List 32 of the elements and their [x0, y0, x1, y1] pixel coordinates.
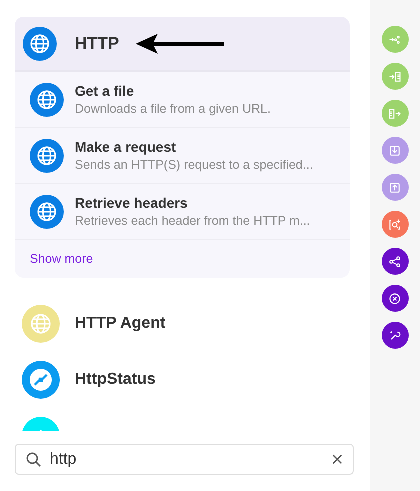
upload-icon [388, 180, 402, 194]
action-item[interactable]: Retrieve headers Retrieves each header from the HTTP m... [15, 184, 350, 240]
globe-icon [30, 82, 64, 116]
action-description: Sends an HTTP(S) request to a specified... [75, 158, 314, 172]
app-name: HttpStatus [75, 371, 156, 389]
share-icon [388, 254, 402, 268]
action-title: Retrieve headers [75, 195, 189, 211]
download-icon [388, 144, 402, 158]
globe-icon [30, 194, 64, 228]
tool-button[interactable] [382, 248, 408, 275]
action-item[interactable]: Get a file Downloads a file from a given URL. [15, 72, 350, 128]
search-field[interactable]: http [15, 444, 354, 475]
action-description: Downloads a file from a given URL. [75, 102, 271, 116]
module-header[interactable]: HTTP [15, 17, 350, 72]
arrow-into-list-icon [388, 70, 402, 84]
action-title: Get a file [75, 83, 136, 99]
action-title: Make a request [75, 139, 178, 155]
action-item[interactable]: Make a request Sends an HTTP(S) request to a specified... [15, 128, 350, 184]
arrow-out-of-list-icon [388, 106, 402, 120]
zoom-plus-icon [388, 218, 402, 232]
app-item[interactable]: HTTP Agent [15, 296, 350, 352]
tool-button[interactable] [382, 285, 408, 312]
globe-icon [30, 138, 64, 172]
show-more-link[interactable]: Show more [30, 252, 94, 266]
close-icon[interactable] [332, 454, 343, 465]
crossed-circle-icon [388, 292, 402, 306]
tool-button[interactable] [382, 322, 408, 349]
app-name: HTTP Agent [75, 315, 166, 333]
module-title: HTTP [75, 34, 120, 54]
search-icon [26, 452, 42, 468]
app-item[interactable]: HttpStatus [15, 352, 350, 408]
action-description: Retrieves each header from the HTTP m... [75, 214, 310, 228]
